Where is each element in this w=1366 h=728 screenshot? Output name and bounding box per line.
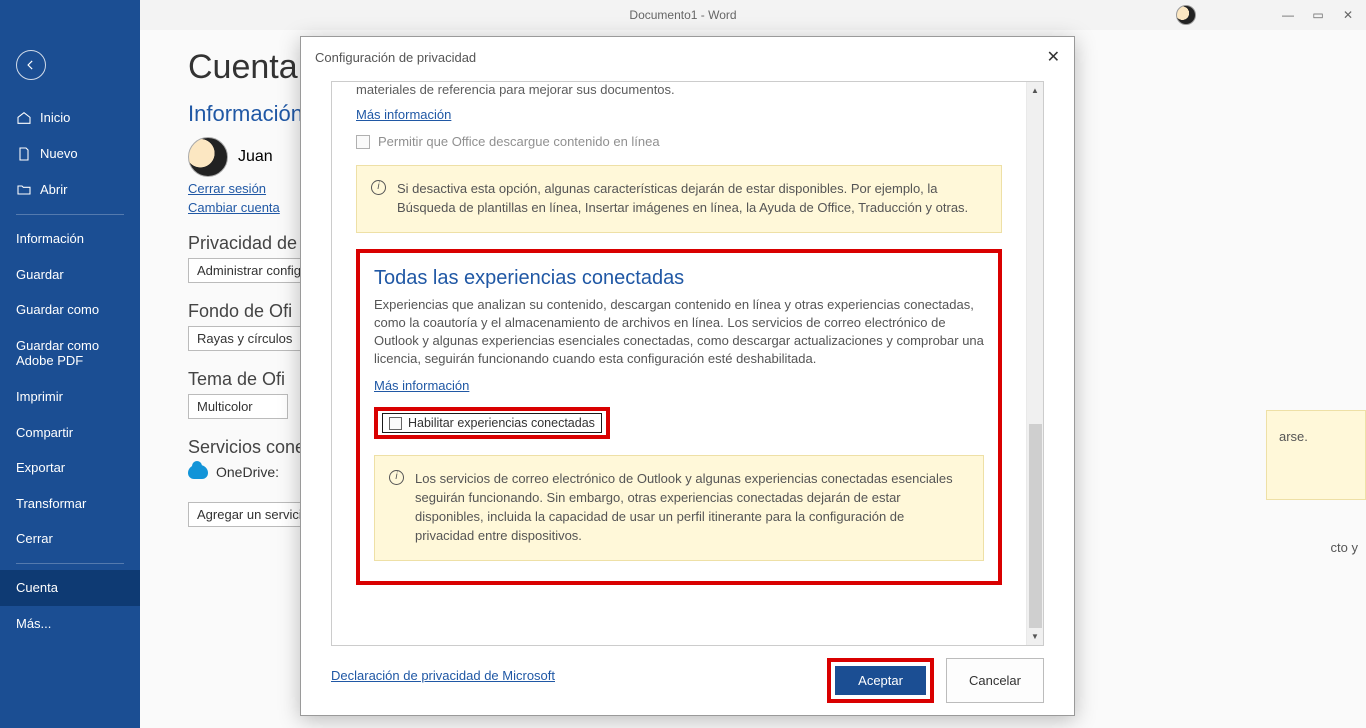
open-icon: [16, 182, 32, 198]
privacy-settings-dialog: Configuración de privacidad ✕ materiales…: [300, 36, 1075, 716]
allow-download-label: Permitir que Office descargue contenido …: [378, 134, 660, 149]
privacy-statement-link[interactable]: Declaración de privacidad de Microsoft: [331, 668, 555, 683]
maximize-button[interactable]: ▭: [1312, 9, 1324, 21]
sidebar-divider: [16, 214, 124, 215]
window-user-avatar[interactable]: [1176, 5, 1196, 25]
dialog-close-button[interactable]: ✕: [1047, 47, 1060, 67]
more-info-link-1[interactable]: Más información: [356, 107, 451, 122]
connected-experiences-highlighted-section: Todas las experiencias conectadas Experi…: [356, 249, 1002, 585]
scroll-thumb[interactable]: [1029, 424, 1042, 629]
cancel-button[interactable]: Cancelar: [946, 658, 1044, 703]
accept-highlight: Aceptar: [827, 658, 934, 703]
scroll-down-button[interactable]: ▼: [1027, 628, 1043, 645]
info-icon: i: [389, 470, 404, 485]
onedrive-label: OneDrive:: [216, 464, 279, 480]
sidebar-item-imprimir[interactable]: Imprimir: [0, 379, 140, 415]
theme-dropdown[interactable]: Multicolor: [188, 394, 288, 419]
checkbox-icon: [389, 417, 402, 430]
sidebar-item-compartir[interactable]: Compartir: [0, 415, 140, 451]
warning-connected-box: i Los servicios de correo electrónico de…: [374, 455, 984, 560]
manage-privacy-button[interactable]: Administrar config: [188, 258, 310, 283]
new-doc-icon: [16, 146, 32, 162]
sidebar-item-inicio[interactable]: Inicio: [0, 100, 140, 136]
sidebar-item-guardar[interactable]: Guardar: [0, 257, 140, 293]
sidebar-item-guardar-como[interactable]: Guardar como: [0, 292, 140, 328]
intro-partial-text: materiales de referencia para mejorar su…: [356, 82, 1002, 97]
sidebar-item-exportar[interactable]: Exportar: [0, 450, 140, 486]
background-dropdown[interactable]: Rayas y círculos: [188, 326, 301, 351]
sidebar-item-informacion[interactable]: Información: [0, 221, 140, 257]
info-icon: i: [371, 180, 386, 195]
sidebar-item-guardar-pdf[interactable]: Guardar como Adobe PDF: [0, 328, 140, 379]
connected-experiences-heading: Todas las experiencias conectadas: [374, 267, 984, 290]
checkbox-icon: [356, 135, 370, 149]
more-info-link-2[interactable]: Más información: [374, 378, 469, 393]
allow-download-checkbox-row[interactable]: Permitir que Office descargue contenido …: [356, 134, 1002, 149]
close-button[interactable]: ✕: [1342, 9, 1354, 21]
backstage-sidebar: Inicio Nuevo Abrir Información Guardar G…: [0, 0, 140, 728]
sidebar-item-abrir[interactable]: Abrir: [0, 172, 140, 208]
side-note-box: arse.: [1266, 410, 1366, 500]
enable-connected-highlight: Habilitar experiencias conectadas: [374, 407, 610, 439]
accept-button[interactable]: Aceptar: [835, 666, 926, 695]
scroll-up-button[interactable]: ▲: [1027, 82, 1043, 99]
user-name: Juan: [238, 148, 273, 166]
sidebar-item-mas[interactable]: Más...: [0, 606, 140, 642]
sidebar-item-transformar[interactable]: Transformar: [0, 486, 140, 522]
onedrive-icon: [188, 465, 208, 479]
sidebar-item-nuevo[interactable]: Nuevo: [0, 136, 140, 172]
dialog-button-row: Aceptar Cancelar: [827, 658, 1044, 703]
window-titlebar: Documento1 - Word — ▭ ✕: [0, 0, 1366, 30]
enable-connected-checkbox[interactable]: Habilitar experiencias conectadas: [382, 413, 602, 433]
sidebar-item-cuenta[interactable]: Cuenta: [0, 570, 140, 606]
minimize-button[interactable]: —: [1282, 9, 1294, 21]
window-controls: — ▭ ✕: [1282, 9, 1366, 21]
home-icon: [16, 110, 32, 126]
back-button[interactable]: [16, 50, 46, 80]
sidebar-item-cerrar[interactable]: Cerrar: [0, 521, 140, 557]
user-avatar: [188, 137, 228, 177]
sidebar-divider: [16, 563, 124, 564]
window-title: Documento1 - Word: [629, 8, 736, 22]
side-note-line2: cto y: [1331, 540, 1358, 555]
connected-experiences-para: Experiencias que analizan su contenido, …: [374, 296, 984, 369]
warning-download-box: i Si desactiva esta opción, algunas cara…: [356, 165, 1002, 233]
dialog-body: materiales de referencia para mejorar su…: [331, 81, 1044, 646]
add-service-button[interactable]: Agregar un servicio: [188, 502, 318, 527]
dialog-title: Configuración de privacidad: [315, 50, 476, 65]
dialog-scrollbar[interactable]: ▲ ▼: [1026, 82, 1043, 645]
